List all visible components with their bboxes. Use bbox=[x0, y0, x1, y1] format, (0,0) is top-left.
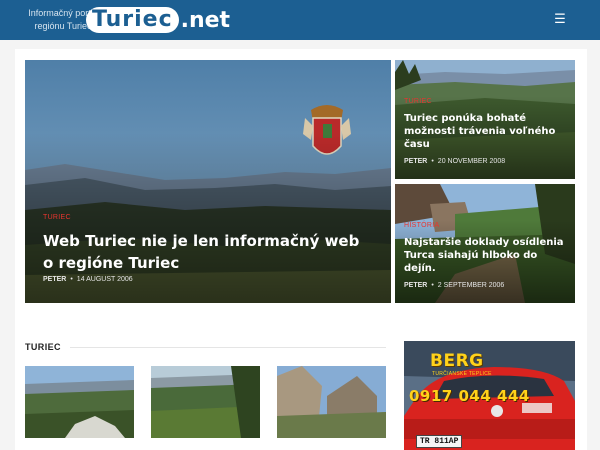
featured-article-main[interactable]: TURIEC Web Turiec nie je len informačný … bbox=[25, 60, 391, 303]
article-date: 2 SEPTEMBER 2006 bbox=[437, 282, 505, 289]
article-meta: PETER • 2 SEPTEMBER 2006 bbox=[404, 282, 504, 289]
ad-subtitle: TURČIANSKE TEPLICE bbox=[432, 371, 492, 377]
taxi-advertisement[interactable]: BERG TURČIANSKE TEPLICE 0917 044 444 TR … bbox=[404, 341, 575, 450]
thumbnail-image bbox=[277, 366, 386, 438]
article-date: 14 AUGUST 2006 bbox=[76, 276, 133, 283]
article-thumbnail[interactable] bbox=[277, 366, 386, 438]
site-header: Informačný portál regiónu Turiec Turiec … bbox=[0, 0, 600, 40]
featured-article-side-1[interactable]: TURIEC Turiec ponúka bohaté možnosti trá… bbox=[395, 60, 575, 179]
category-label[interactable]: TURIEC bbox=[404, 98, 432, 105]
section-divider bbox=[70, 347, 386, 348]
article-meta: PETER • 20 NOVEMBER 2008 bbox=[404, 158, 505, 165]
article-author[interactable]: PETER bbox=[404, 282, 427, 289]
article-title[interactable]: Web Turiec nie je len informačný web o r… bbox=[43, 230, 373, 274]
thumbnail-image bbox=[151, 366, 260, 438]
license-plate: TR 811AP bbox=[416, 435, 463, 448]
category-label[interactable]: TURIEC bbox=[43, 214, 71, 221]
article-title[interactable]: Najstaršie doklady osídlenia Turca siaha… bbox=[404, 236, 569, 275]
ad-phone: 0917 044 444 bbox=[409, 387, 530, 405]
article-title[interactable]: Turiec ponúka bohaté možnosti trávenia v… bbox=[404, 112, 569, 151]
article-date: 20 NOVEMBER 2008 bbox=[437, 158, 506, 165]
meta-separator: • bbox=[431, 158, 434, 165]
article-thumbnail[interactable] bbox=[151, 366, 260, 438]
section-title[interactable]: TURIEC bbox=[25, 342, 61, 352]
category-label[interactable]: HISTÓRIA bbox=[404, 222, 439, 229]
thumbnail-image bbox=[25, 366, 134, 438]
article-meta: PETER • 14 AUGUST 2006 bbox=[43, 276, 133, 283]
article-author[interactable]: PETER bbox=[43, 276, 66, 283]
article-thumbnail[interactable] bbox=[25, 366, 134, 438]
article-author[interactable]: PETER bbox=[404, 158, 427, 165]
featured-article-side-2[interactable]: HISTÓRIA Najstaršie doklady osídlenia Tu… bbox=[395, 184, 575, 303]
logo-text: Turiec bbox=[86, 7, 179, 33]
meta-separator: • bbox=[70, 276, 73, 283]
logo-suffix: .net bbox=[180, 7, 231, 33]
meta-separator: • bbox=[431, 282, 434, 289]
hamburger-icon[interactable]: ☰ bbox=[550, 12, 570, 28]
site-logo[interactable]: Turiec .net bbox=[86, 3, 230, 37]
ad-brand: BERG bbox=[430, 351, 484, 371]
